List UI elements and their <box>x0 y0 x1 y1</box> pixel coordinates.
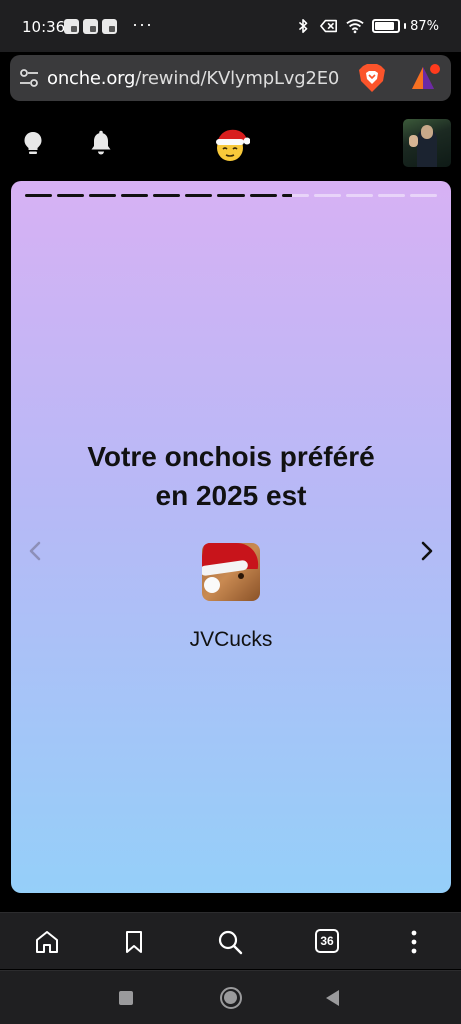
battery-icon <box>372 19 401 33</box>
onche-logo-icon[interactable] <box>212 126 250 164</box>
favorite-user-name[interactable]: JVCucks <box>11 628 451 652</box>
address-bar[interactable]: onche.org/rewind/KVlympLvg2E0 <box>10 55 451 101</box>
url-path: /rewind/KVlympLvg2E0 <box>135 68 340 89</box>
more-notifications-icon: ··· <box>132 14 153 34</box>
notification-icon <box>102 19 117 34</box>
url-text[interactable]: onche.org/rewind/KVlympLvg2E0 <box>47 68 339 89</box>
browser-bottom-bar: 36 <box>0 912 461 969</box>
status-indicators: 87% <box>294 18 439 34</box>
notification-icons <box>64 19 117 34</box>
story-progress-segment <box>25 194 53 197</box>
no-sim-icon <box>320 19 338 33</box>
battery-text: 87% <box>410 18 439 34</box>
notification-icon <box>64 19 79 34</box>
story-title: Votre onchois préféré en 2025 est <box>11 437 451 515</box>
system-home-icon[interactable] <box>220 987 242 1009</box>
recents-icon[interactable] <box>119 991 133 1005</box>
rewind-story-card[interactable]: Votre onchois préféré en 2025 est JVCuck… <box>11 181 451 893</box>
more-menu-icon[interactable] <box>401 929 427 955</box>
story-progress-segment <box>89 194 117 197</box>
tabs-count-button[interactable]: 36 <box>315 929 339 953</box>
story-progress-bar <box>25 194 438 197</box>
app-header <box>0 110 461 176</box>
story-progress-segment <box>217 194 245 197</box>
url-host: onche.org <box>47 68 136 89</box>
story-progress-segment <box>281 194 309 197</box>
notification-icon <box>83 19 98 34</box>
story-progress-segment <box>345 194 373 197</box>
battery-indicator: 87% <box>372 19 439 34</box>
story-progress-segment <box>121 194 149 197</box>
brave-shield-icon[interactable] <box>358 63 386 93</box>
bookmark-icon[interactable] <box>121 929 147 955</box>
search-icon[interactable] <box>217 929 243 955</box>
tune-icon[interactable] <box>18 67 40 89</box>
story-progress-segment <box>377 194 405 197</box>
story-progress-segment <box>153 194 181 197</box>
favorite-user-avatar[interactable] <box>202 543 260 601</box>
chevron-right-icon[interactable] <box>419 540 435 562</box>
chevron-left-icon[interactable] <box>27 540 43 562</box>
wifi-icon <box>346 19 364 34</box>
story-progress-segment <box>409 194 438 197</box>
story-title-line1: Votre onchois préféré <box>87 441 375 472</box>
system-navigation-bar <box>0 970 461 1024</box>
user-avatar[interactable] <box>403 119 451 167</box>
home-icon[interactable] <box>34 929 60 955</box>
bluetooth-icon <box>299 18 308 34</box>
story-title-line2: en 2025 est <box>155 480 307 511</box>
back-icon[interactable] <box>326 990 339 1006</box>
story-progress-segment <box>249 194 277 197</box>
lightbulb-icon[interactable] <box>22 130 44 156</box>
status-bar: 10:36 ··· 87% <box>0 0 461 52</box>
story-progress-segment <box>185 194 213 197</box>
brave-rewards-icon[interactable] <box>410 63 442 93</box>
story-progress-segment <box>57 194 85 197</box>
battery-fill <box>375 22 395 30</box>
status-time: 10:36 <box>22 18 66 36</box>
bell-icon[interactable] <box>89 130 113 156</box>
story-progress-segment <box>313 194 341 197</box>
